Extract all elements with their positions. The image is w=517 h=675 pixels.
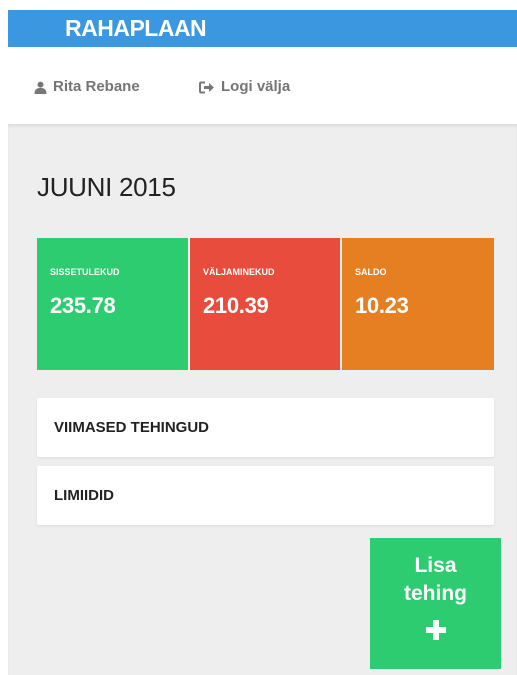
page-title: JUUNI 2015 — [37, 172, 176, 202]
limits-panel[interactable]: LIMIIDID — [37, 466, 494, 525]
add-transaction-label-line1: Lisa — [414, 554, 457, 577]
user-profile-link[interactable]: Rita Rebane — [34, 78, 140, 96]
income-label: SISSETULEKUD — [50, 267, 120, 277]
limits-label: LIMIIDID — [54, 487, 114, 504]
add-transaction-button[interactable]: Lisa tehing — [370, 538, 501, 669]
user-bar: Rita Rebane Logi välja — [0, 47, 517, 124]
user-name: Rita Rebane — [53, 78, 140, 95]
add-transaction-label-line2: tehing — [404, 582, 467, 605]
expense-label: VÄLJAMINEKUD — [203, 267, 275, 277]
user-icon — [34, 81, 47, 94]
recent-transactions-label: VIIMASED TEHINGUD — [54, 419, 210, 436]
recent-transactions-panel[interactable]: VIIMASED TEHINGUD — [37, 398, 494, 457]
income-value: 235.78 — [50, 293, 116, 318]
app-header: RAHAPLAAN — [8, 10, 517, 47]
sign-out-icon — [199, 81, 215, 94]
logout-label: Logi välja — [221, 78, 291, 95]
balance-label: SALDO — [355, 267, 387, 277]
brand-title[interactable]: RAHAPLAAN — [65, 14, 207, 42]
stats-row: SISSETULEKUD 235.78 VÄLJAMINEKUD 210.39 … — [37, 238, 494, 370]
expense-card[interactable]: VÄLJAMINEKUD 210.39 — [190, 238, 340, 370]
main-content: JUUNI 2015 SISSETULEKUD 235.78 VÄLJAMINE… — [8, 124, 517, 675]
balance-value: 10.23 — [355, 293, 409, 318]
expense-value: 210.39 — [203, 293, 269, 318]
plus-icon — [425, 620, 446, 640]
income-card[interactable]: SISSETULEKUD 235.78 — [37, 238, 188, 370]
balance-card[interactable]: SALDO 10.23 — [342, 238, 494, 370]
logout-link[interactable]: Logi välja — [199, 78, 290, 96]
